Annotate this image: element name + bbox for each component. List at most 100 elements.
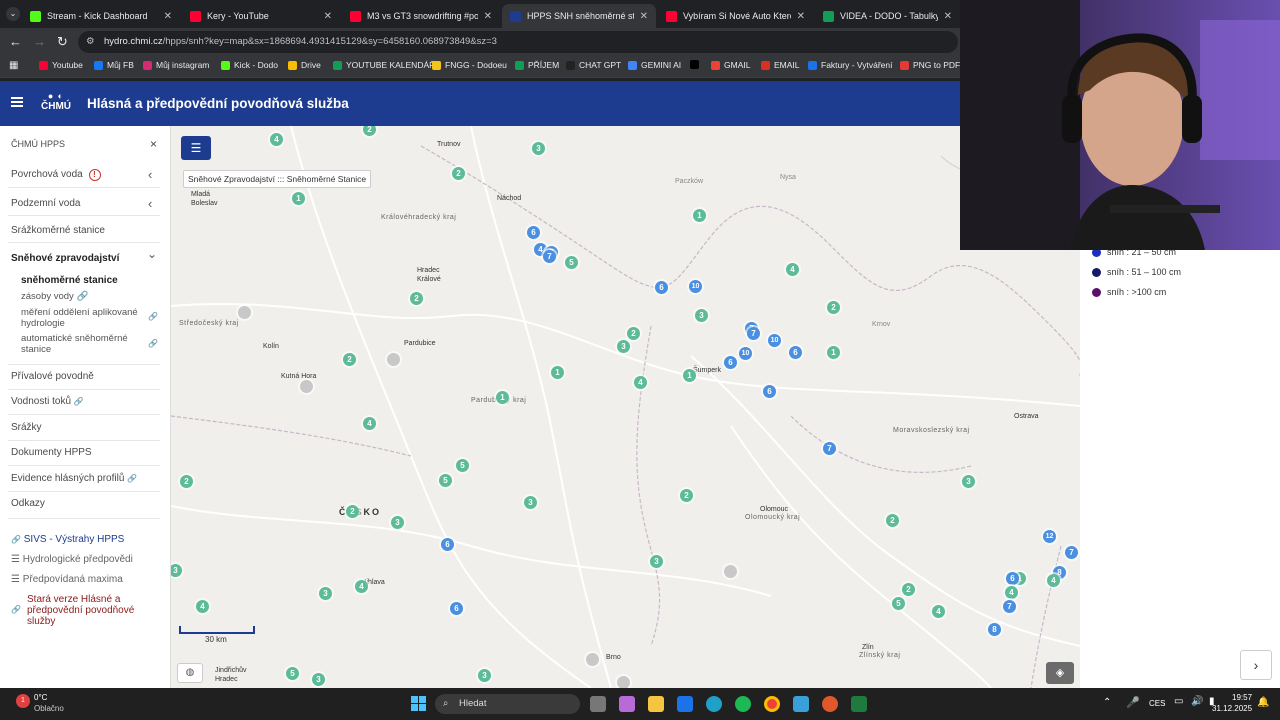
sidebar-link-maxima[interactable]: ☰ Předpovídaná maxima <box>11 574 123 585</box>
snow-station-marker[interactable]: 2 <box>680 489 693 502</box>
snow-station-marker[interactable]: 5 <box>439 474 452 487</box>
snow-station-marker[interactable]: 3 <box>478 669 491 682</box>
clock-time[interactable]: 19:57 <box>1232 693 1252 702</box>
bookmark-item[interactable]: YOUTUBE KALENDÁŘ <box>333 60 435 70</box>
snow-station-marker[interactable]: 4 <box>270 133 283 146</box>
apps-grid-icon[interactable]: ▦ <box>9 60 18 71</box>
snow-station-marker[interactable]: 6 <box>789 346 802 359</box>
sidebar-item-srazkomerne-stanice[interactable]: Srážkoměrné stanice <box>11 225 105 236</box>
snow-station-marker[interactable]: 10 <box>768 334 781 347</box>
snow-station-marker[interactable]: 3 <box>532 142 545 155</box>
bookmark-item[interactable]: GEMINI AI <box>628 60 681 70</box>
snow-station-marker[interactable]: 5 <box>456 459 469 472</box>
snow-station-marker[interactable]: 3 <box>962 475 975 488</box>
bookmark-item[interactable]: PNG to PDF <box>900 60 960 70</box>
bookmark-item[interactable]: Faktury - Vytváření <box>808 60 892 70</box>
file-explorer-icon[interactable] <box>648 696 664 712</box>
snow-station-marker[interactable]: 6 <box>441 538 454 551</box>
locate-icon[interactable]: ◍ <box>177 663 203 683</box>
snow-station-marker[interactable]: 2 <box>902 583 915 596</box>
sidebar-link-sivs[interactable]: 🔗 SIVS - Výstrahy HPPS <box>11 534 124 545</box>
snow-station-marker[interactable]: 1 <box>693 209 706 222</box>
sidebar-item-dokumenty[interactable]: Dokumenty HPPS <box>11 447 92 458</box>
tab-1[interactable]: Kery - YouTube ✕ <box>182 4 340 28</box>
snow-station-marker[interactable]: 4 <box>634 376 647 389</box>
snow-station-marker[interactable]: 1 <box>496 391 509 404</box>
snow-station-marker[interactable]: 10 <box>689 280 702 293</box>
sidebar-item-odkazy[interactable]: Odkazy <box>11 498 45 509</box>
snow-station-marker[interactable]: 4 <box>363 417 376 430</box>
snow-station-marker[interactable]: 6 <box>1006 572 1019 585</box>
bookmark-item[interactable]: PŘÍJEM <box>515 60 559 70</box>
snow-station-marker[interactable]: 5 <box>892 597 905 610</box>
snow-station-marker[interactable] <box>724 565 737 578</box>
outlook-icon[interactable] <box>677 696 693 712</box>
url-input[interactable]: ⚙ hydro.chmi.cz/hpps/snh?key=map&sx=1868… <box>78 31 958 53</box>
back-icon[interactable]: ← <box>9 34 22 49</box>
chevron-left-icon[interactable]: ‹ <box>148 167 152 182</box>
tab-2[interactable]: M3 vs GT3 snowdrifting #porsc ✕ <box>342 4 500 28</box>
snow-station-marker[interactable]: 7 <box>1003 600 1016 613</box>
snow-station-marker[interactable]: 7 <box>1065 546 1078 559</box>
clock-date[interactable]: 31.12.2025 <box>1212 704 1252 713</box>
notepad-icon[interactable] <box>793 696 809 712</box>
snow-station-marker[interactable]: 8 <box>988 623 1001 636</box>
snow-station-marker[interactable]: 2 <box>410 292 423 305</box>
snow-station-marker[interactable] <box>387 353 400 366</box>
sidebar-item-vodnosti-toku[interactable]: Vodnosti toků 🔗 <box>11 396 84 407</box>
spotify-icon[interactable] <box>735 696 751 712</box>
sidebar-link-stara-verze[interactable]: Stará verze Hlásné a předpovědní povodňo… <box>27 594 155 627</box>
snow-station-marker[interactable]: 4 <box>196 600 209 613</box>
task-view-icon[interactable] <box>590 696 606 712</box>
bookmark-item[interactable]: Youtube <box>39 60 83 70</box>
snow-station-marker[interactable]: 6 <box>763 385 776 398</box>
terminal-icon[interactable] <box>851 696 867 712</box>
snow-station-marker[interactable]: 6 <box>655 281 668 294</box>
tab-close-icon[interactable]: ✕ <box>640 11 648 22</box>
tab-close-icon[interactable]: ✕ <box>797 11 805 22</box>
microphone-icon[interactable]: 🎤 <box>1126 696 1140 709</box>
tab-5[interactable]: VIDEA - DODO - Tabulky Goog ✕ <box>815 4 960 28</box>
bookmark-item[interactable]: Můj FB <box>94 60 134 70</box>
snow-station-marker[interactable]: 5 <box>286 667 299 680</box>
snow-station-marker[interactable]: 10 <box>739 347 752 360</box>
chevron-left-icon[interactable]: ‹ <box>148 196 152 211</box>
snow-station-marker[interactable]: 3 <box>650 555 663 568</box>
snow-station-marker[interactable]: 1 <box>683 369 696 382</box>
snow-station-marker[interactable]: 4 <box>1005 586 1018 599</box>
notification-icon[interactable]: 🔔 <box>1257 697 1269 708</box>
snow-station-marker[interactable]: 4 <box>355 580 368 593</box>
tray-chevron-icon[interactable]: ⌃ <box>1103 697 1111 708</box>
snow-station-marker[interactable] <box>300 380 313 393</box>
snow-station-marker[interactable]: 1 <box>292 192 305 205</box>
snow-station-marker[interactable]: 4 <box>932 605 945 618</box>
snow-station-marker[interactable]: 7 <box>823 442 836 455</box>
language-indicator[interactable]: CES <box>1149 699 1165 708</box>
menu-icon[interactable] <box>11 97 23 107</box>
snow-station-marker[interactable]: 12 <box>1043 530 1056 543</box>
close-sidebar-icon[interactable]: × <box>150 137 157 151</box>
start-icon[interactable] <box>411 696 427 712</box>
snow-station-marker[interactable] <box>617 676 630 688</box>
snow-station-marker[interactable]: 2 <box>886 514 899 527</box>
map-canvas[interactable]: Trutnov Mladá Boleslav Náchod Hradec Králov… <box>171 126 1080 688</box>
sidebar-item-snehove-zpravodajstvi[interactable]: Sněhové zpravodajství <box>11 253 119 264</box>
snow-station-marker[interactable]: 2 <box>627 327 640 340</box>
snow-station-marker[interactable]: 3 <box>524 496 537 509</box>
sidebar-item-evidence[interactable]: Evidence hlásných profilů 🔗 <box>11 473 137 484</box>
snow-station-marker[interactable] <box>586 653 599 666</box>
tab-close-icon[interactable]: ✕ <box>484 11 492 22</box>
snow-station-marker[interactable]: 3 <box>312 673 325 686</box>
tab-close-icon[interactable]: ✕ <box>324 11 332 22</box>
snow-station-marker[interactable]: 6 <box>450 602 463 615</box>
sidebar-subitem-zasoby-vody[interactable]: zásoby vody 🔗 <box>21 291 88 302</box>
volume-icon[interactable]: 🔊 <box>1191 696 1203 707</box>
snow-station-marker[interactable]: 2 <box>346 505 359 518</box>
forward-icon[interactable]: → <box>33 34 46 49</box>
edge-icon[interactable] <box>706 696 722 712</box>
site-info-icon[interactable]: ⚙ <box>86 31 95 53</box>
snow-station-marker[interactable]: 4 <box>1047 574 1060 587</box>
app-icon[interactable] <box>822 696 838 712</box>
sidebar-subitem-automaticke[interactable]: automatické sněhoměrné stanice <box>21 333 143 355</box>
snow-station-marker[interactable]: 3 <box>617 340 630 353</box>
